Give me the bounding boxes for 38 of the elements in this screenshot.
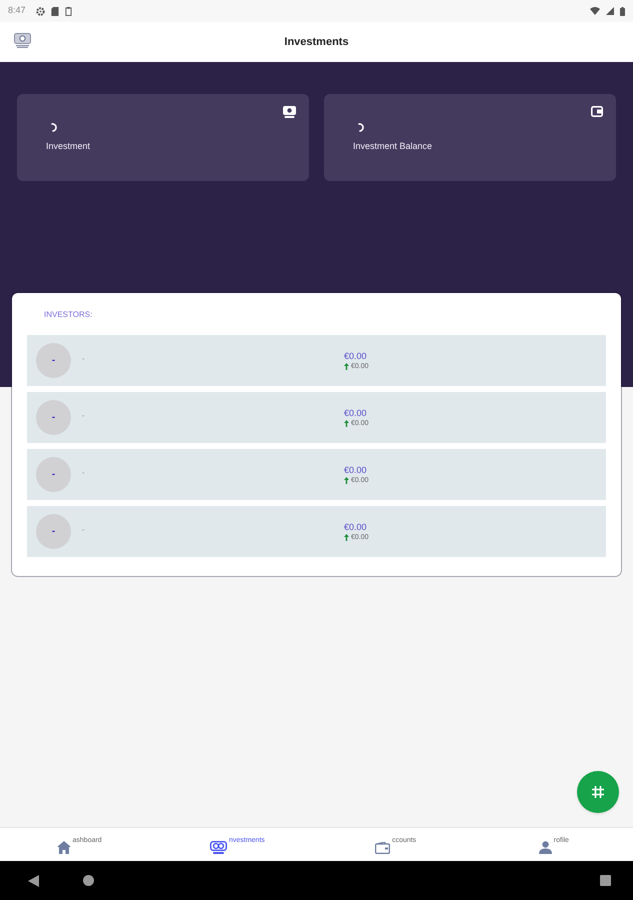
avatar-initial: -	[36, 343, 71, 378]
battery-icon	[620, 6, 625, 16]
investor-name: -	[82, 352, 85, 364]
banknote-icon	[210, 841, 227, 854]
banknote-icon[interactable]	[14, 33, 31, 48]
back-icon[interactable]	[28, 874, 39, 886]
avatar-initial: -	[36, 457, 71, 492]
arrow-up-icon	[344, 420, 349, 427]
status-time: 8:47	[8, 4, 26, 18]
screen-title: Investments	[284, 34, 349, 50]
wallet-icon	[375, 842, 390, 854]
clipboard-icon	[64, 6, 72, 16]
investor-name: -	[82, 524, 85, 536]
house-icon	[56, 841, 71, 854]
investment-amount: €0.00	[344, 464, 367, 476]
section-heading: INVESTORS:	[43, 309, 92, 320]
wallet-icon	[591, 106, 603, 117]
arrow-up-icon	[344, 363, 349, 370]
person-icon	[538, 841, 552, 854]
arrow-up-icon	[344, 534, 349, 541]
fab-button[interactable]	[577, 771, 619, 813]
card-label: Investment Balance	[353, 140, 432, 153]
investment-amount: €0.00	[344, 406, 367, 418]
gear-icon	[36, 6, 45, 16]
wifi-icon	[590, 7, 600, 15]
sd-card-icon	[50, 6, 59, 16]
investment-amount: €0.00	[344, 350, 367, 362]
arrow-up-icon	[344, 477, 349, 484]
investor-name: -	[82, 410, 85, 422]
investment-amount: €0.00	[344, 520, 367, 532]
avatar-initial: -	[36, 514, 71, 549]
signal-icon	[606, 7, 614, 15]
banknote-icon	[283, 106, 296, 118]
card-label: Investment	[46, 140, 90, 153]
grid-icon	[592, 786, 604, 798]
avatar-initial: -	[36, 400, 71, 435]
home-icon[interactable]	[83, 875, 94, 886]
investor-name: -	[82, 466, 85, 478]
